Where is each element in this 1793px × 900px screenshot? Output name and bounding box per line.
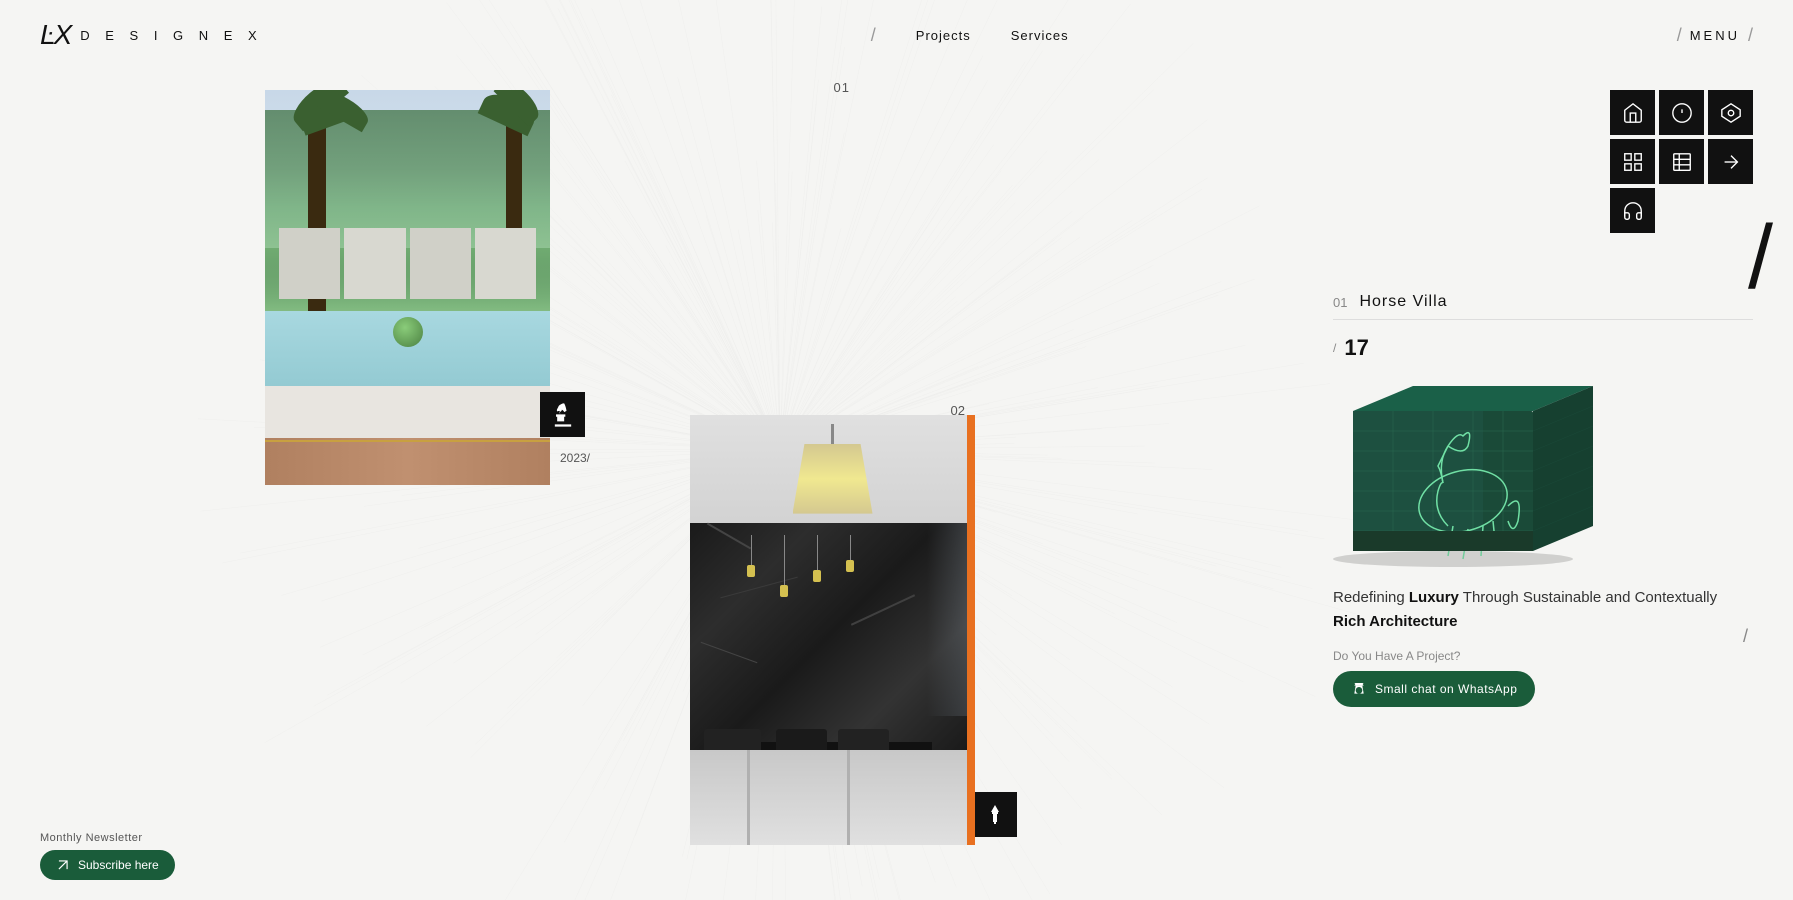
home-icon-box[interactable]	[1610, 90, 1655, 135]
subscribe-arrow-icon	[56, 858, 70, 872]
slash-right-small: /	[1743, 626, 1748, 647]
header: ĿX D E S I G N E X / Projects Services /…	[0, 0, 1793, 70]
project-number-1: 01	[834, 80, 850, 95]
right-panel: / 01 Horse Villa / 17	[1333, 90, 1753, 707]
project-image-2	[690, 415, 975, 845]
do-you-have-project: Do You Have A Project?	[1333, 649, 1753, 663]
subscribe-button[interactable]: Subscribe here	[40, 850, 175, 880]
whatsapp-icon	[1351, 681, 1367, 697]
project-count: 17	[1344, 335, 1368, 361]
nav-slash-2: /	[1677, 25, 1682, 46]
info-icon-box[interactable]	[1659, 90, 1704, 135]
main-nav: / Projects Services	[871, 25, 1069, 46]
menu-label[interactable]: MENU	[1690, 28, 1740, 43]
logo-text: D E S I G N E X	[80, 28, 262, 43]
nav-right: / MENU /	[1677, 25, 1753, 46]
project-info: / 01 Horse Villa / 17	[1333, 293, 1753, 707]
layers-icon-box[interactable]	[1659, 139, 1704, 184]
headphones-icon-box[interactable]	[1610, 188, 1655, 233]
nav-projects[interactable]: Projects	[916, 28, 971, 43]
logo-icon: ĿX	[40, 19, 70, 51]
newsletter-label: Monthly Newsletter	[40, 832, 175, 844]
project-num-label: 01	[1333, 295, 1347, 310]
nav-slash-3: /	[1748, 25, 1753, 46]
description: Redefining Luxury Through Sustainable an…	[1333, 586, 1753, 634]
project-image-1	[265, 90, 550, 485]
project-year: 2023/	[560, 451, 590, 465]
lamp-badge	[972, 792, 1017, 837]
main-content: 01	[0, 70, 1793, 900]
icon-grid	[1610, 90, 1753, 233]
project-card-2[interactable]: 02	[690, 415, 975, 845]
project-title: Horse Villa	[1359, 293, 1447, 311]
chess-knight-badge	[540, 392, 585, 437]
newsletter-area: Monthly Newsletter Subscribe here	[40, 832, 175, 880]
slash-decor: /	[1333, 341, 1336, 355]
project-card-1[interactable]: 01	[265, 90, 550, 485]
pencil-icon-box[interactable]	[1708, 139, 1753, 184]
hexagon-icon-box[interactable]	[1708, 90, 1753, 135]
whatsapp-button[interactable]: Small chat on WhatsApp	[1333, 671, 1535, 707]
project-label: 01 Horse Villa	[1333, 293, 1753, 311]
divider-line	[1333, 319, 1753, 320]
slash-decoration: /	[1748, 213, 1773, 303]
nav-services[interactable]: Services	[1011, 28, 1069, 43]
grid-icon-box[interactable]	[1610, 139, 1655, 184]
nav-slash-1: /	[871, 25, 876, 46]
logo-area: ĿX D E S I G N E X	[40, 19, 263, 51]
horse-villa-illustration	[1333, 371, 1613, 571]
